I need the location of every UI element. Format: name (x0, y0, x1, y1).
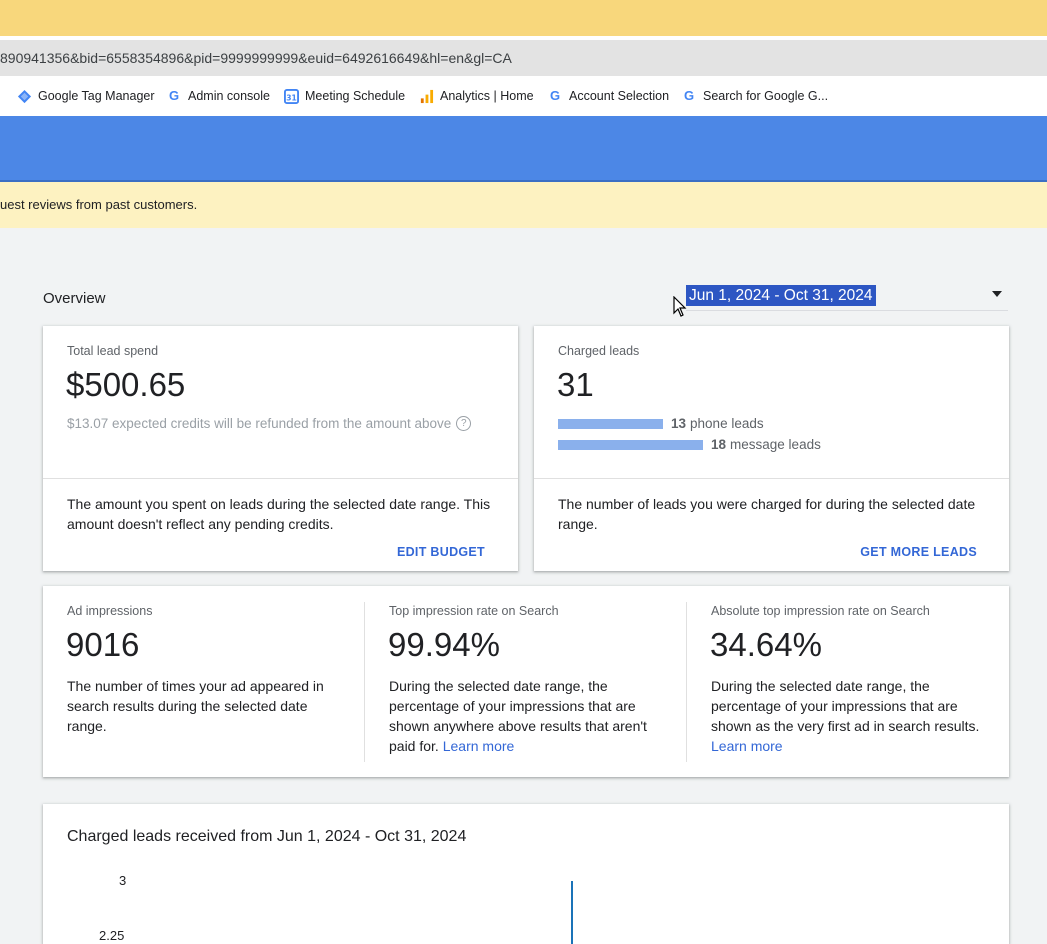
y-tick-label: 2.25 (99, 928, 125, 943)
message-leads-label: message leads (730, 437, 821, 452)
phone-leads-label: phone leads (690, 416, 764, 431)
bookmark-label: Search for Google G... (703, 89, 829, 103)
phone-leads-bar (558, 418, 663, 429)
metric-description: The number of times your ad appeared in … (67, 676, 335, 736)
app-header (0, 116, 1047, 180)
phone-leads-row: 13 phone leads (558, 416, 764, 431)
metric-label: Ad impressions (67, 604, 153, 618)
metric-description-text: During the selected date range, the perc… (711, 678, 980, 734)
bookmark-label: Analytics | Home (440, 89, 534, 103)
y-tick-label: 3 (119, 873, 127, 888)
address-bar[interactable]: 890941356&bid=6558354896&pid=9999999999&… (0, 40, 1047, 76)
metric-value: 34.64% (710, 626, 822, 663)
bookmark-label: Google Tag Manager (38, 89, 155, 103)
google-g-icon: G (683, 88, 695, 103)
total-lead-spend-card: Total lead spend $500.65 $13.07 expected… (43, 326, 518, 571)
card-label: Charged leads (558, 344, 640, 358)
svg-text:31: 31 (286, 93, 296, 102)
impressions-card: Ad impressions 9016 The number of times … (43, 586, 1009, 777)
refund-text: $13.07 expected credits will be refunded… (67, 416, 452, 431)
notice-banner: uest reviews from past customers. (0, 182, 1047, 228)
chart-title: Charged leads received from Jun 1, 2024 … (67, 828, 467, 845)
bookmark-search-for-google[interactable]: G Search for Google G... (681, 76, 828, 116)
learn-more-link[interactable]: Learn more (443, 738, 515, 754)
get-more-leads-button[interactable]: GET MORE LEADS (860, 545, 977, 559)
help-icon[interactable]: ? (456, 416, 472, 431)
bookmark-analytics-home[interactable]: Analytics | Home (418, 76, 534, 116)
bookmark-label: Account Selection (569, 89, 670, 103)
metric-label: Top impression rate on Search (389, 604, 559, 618)
chart-data-line (571, 881, 573, 944)
window-top-strip (0, 0, 1047, 36)
message-leads-row: 18 message leads (558, 437, 821, 452)
bookmark-label: Admin console (188, 89, 270, 103)
date-range-select[interactable]: Jun 1, 2024 - Oct 31, 2024 (686, 283, 1008, 311)
metric-top-impression-rate: Top impression rate on Search 99.94% Dur… (365, 586, 687, 777)
bookmark-meeting-schedule[interactable]: 31 Meeting Schedule (283, 76, 405, 116)
tag-manager-icon (16, 88, 32, 104)
google-g-icon: G (168, 88, 180, 103)
phone-leads-count: 13 (671, 416, 687, 431)
bookmark-label: Meeting Schedule (305, 89, 406, 103)
card-description: The number of leads you were charged for… (558, 496, 976, 532)
learn-more-link[interactable]: Learn more (711, 738, 783, 754)
metric-description-text: The number of times your ad appeared in … (67, 678, 324, 734)
analytics-icon (418, 88, 434, 104)
card-divider (43, 478, 518, 479)
calendar-icon: 31 (283, 88, 299, 104)
metric-value: 99.94% (388, 626, 500, 663)
metric-ad-impressions: Ad impressions 9016 The number of times … (43, 586, 363, 777)
google-g-icon: G (549, 88, 561, 103)
metric-label: Absolute top impression rate on Search (711, 604, 930, 618)
charged-leads-chart-card: Charged leads received from Jun 1, 2024 … (43, 804, 1009, 944)
metric-absolute-top-impression-rate: Absolute top impression rate on Search 3… (687, 586, 1009, 777)
refund-note: $13.07 expected credits will be refunded… (67, 416, 472, 431)
chevron-down-icon[interactable] (992, 291, 1002, 297)
card-description: The amount you spent on leads during the… (67, 496, 491, 532)
metric-value: 9016 (66, 626, 140, 663)
spend-value: $500.65 (66, 366, 186, 403)
message-leads-count: 18 (711, 437, 727, 452)
bookmark-google-tag-manager[interactable]: Google Tag Manager (16, 76, 155, 116)
notice-text: uest reviews from past customers. (0, 197, 198, 212)
card-label: Total lead spend (67, 344, 159, 358)
metric-description: During the selected date range, the perc… (711, 676, 986, 756)
bookmarks-bar: Google Tag Manager G Admin console 31 Me… (0, 76, 1047, 116)
bookmark-account-selection[interactable]: G Account Selection (547, 76, 669, 116)
overview-title: Overview (43, 290, 106, 307)
edit-budget-button[interactable]: EDIT BUDGET (397, 545, 485, 559)
metric-description-text: During the selected date range, the perc… (389, 678, 647, 754)
date-range-value[interactable]: Jun 1, 2024 - Oct 31, 2024 (686, 285, 876, 306)
metric-description: During the selected date range, the perc… (389, 676, 659, 756)
bookmark-admin-console[interactable]: G Admin console (166, 76, 270, 116)
leads-value: 31 (557, 366, 594, 403)
message-leads-bar (558, 439, 703, 450)
card-divider (534, 478, 1009, 479)
url-text[interactable]: 890941356&bid=6558354896&pid=9999999999&… (0, 40, 512, 76)
mouse-cursor-icon (673, 296, 687, 317)
charged-leads-card: Charged leads 31 13 phone leads 18 messa… (534, 326, 1009, 571)
